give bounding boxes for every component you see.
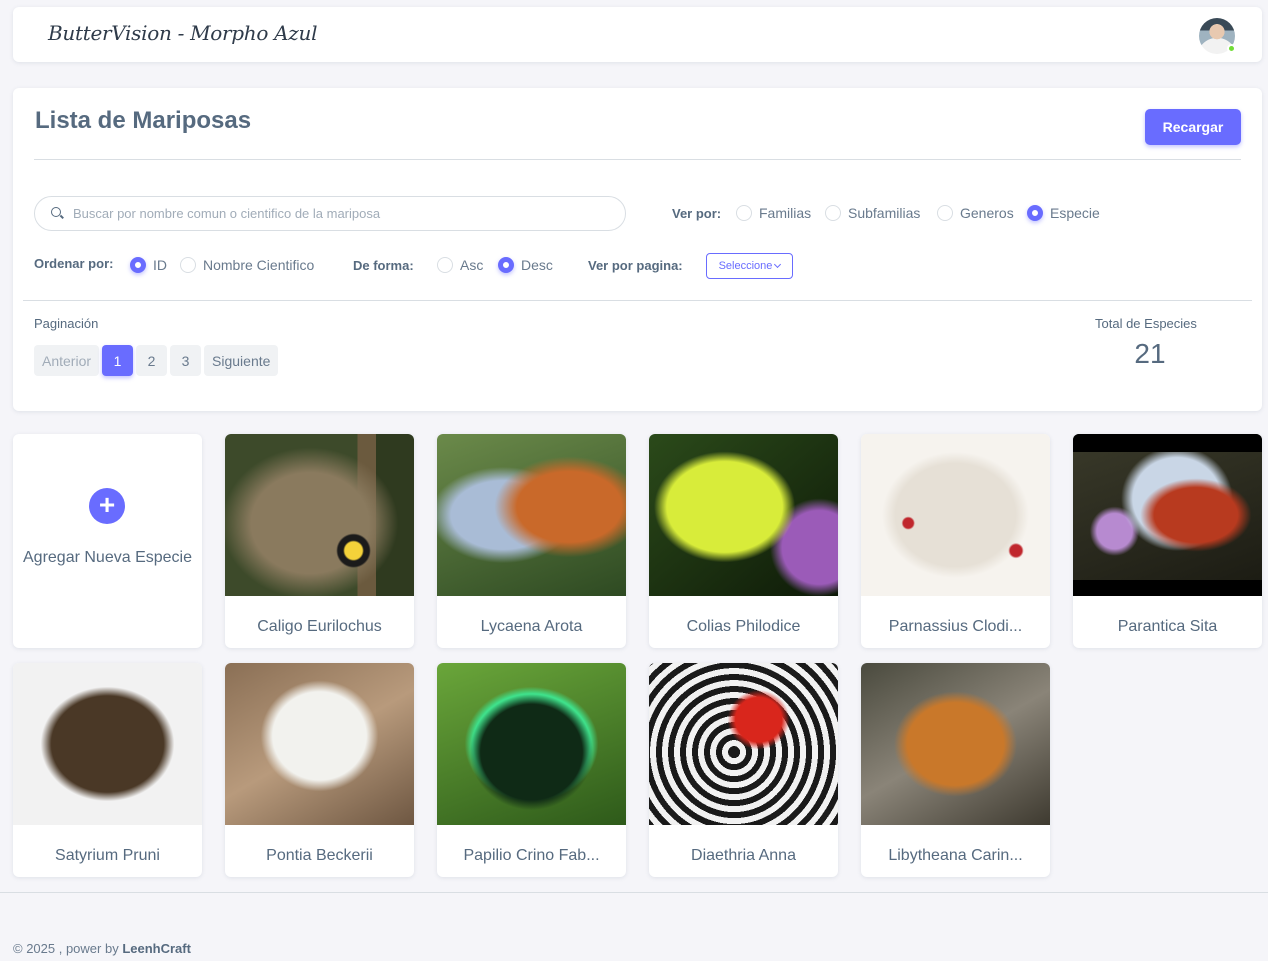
species-card[interactable]: Parnassius Clodi... (861, 434, 1050, 648)
footer: © 2025 , power by LeenhCraft (13, 941, 191, 956)
order-by-label: Ordenar por: (34, 256, 114, 271)
footer-author-link[interactable]: LeenhCraft (122, 941, 191, 956)
radio-circle[interactable] (1027, 205, 1043, 221)
radio-order-id[interactable]: ID (130, 257, 167, 273)
butterfly-image (437, 434, 626, 596)
divider (23, 300, 1252, 301)
brand-title[interactable]: ButterVision - Morpho Azul (48, 21, 318, 45)
pagination-page-3[interactable]: 3 (170, 345, 202, 376)
radio-label: Familias (759, 205, 812, 221)
butterfly-image (861, 434, 1050, 596)
divider (34, 159, 1241, 160)
pagination: Anterior 1 2 3 Siguiente (34, 345, 279, 376)
radio-circle[interactable] (937, 205, 953, 221)
butterfly-image (225, 434, 414, 596)
search-box (34, 196, 626, 231)
radio-circle[interactable] (825, 205, 841, 221)
radio-order-scientific-name[interactable]: Nombre Cientifico (180, 257, 314, 273)
plus-icon[interactable]: + (89, 488, 125, 524)
radio-label: Especie (1050, 205, 1100, 221)
species-name: Colias Philodice (686, 618, 801, 635)
radio-circle[interactable] (130, 257, 146, 273)
species-name: Parnassius Clodi... (888, 618, 1023, 635)
user-avatar[interactable] (1199, 18, 1236, 54)
online-status-indicator (1227, 44, 1236, 53)
species-name: Lycaena Arota (480, 618, 583, 635)
top-navbar: ButterVision - Morpho Azul (13, 7, 1262, 62)
radio-view-subfamilias[interactable]: Subfamilias (825, 205, 920, 221)
pagination-page-2[interactable]: 2 (136, 345, 168, 376)
butterfly-image (1073, 434, 1262, 596)
per-page-label: Ver por pagina: (588, 258, 683, 273)
radio-label: Subfamilias (848, 205, 921, 221)
species-name: Diaethria Anna (691, 847, 796, 864)
radio-view-generos[interactable]: Generos (937, 205, 1014, 221)
direction-label: De forma: (353, 258, 414, 273)
radio-circle[interactable] (437, 257, 453, 273)
species-card[interactable]: Colias Philodice (649, 434, 838, 648)
butterfly-image (225, 663, 414, 825)
search-input[interactable] (73, 197, 613, 230)
species-card[interactable]: Libytheana Carin... (861, 663, 1050, 877)
radio-label: ID (153, 257, 167, 273)
species-name: Caligo Eurilochus (257, 618, 382, 635)
radio-view-especie[interactable]: Especie (1027, 205, 1100, 221)
radio-label: Desc (521, 257, 553, 273)
radio-label: Nombre Cientifico (203, 257, 315, 273)
species-name: Pontia Beckerii (266, 847, 373, 864)
page-title: Lista de Mariposas (35, 107, 252, 134)
species-name: Libytheana Carin... (888, 847, 1023, 864)
radio-direction-asc[interactable]: Asc (437, 257, 483, 273)
pagination-next-button[interactable]: Siguiente (204, 345, 279, 376)
add-species-label: Agregar Nueva Especie (23, 549, 192, 566)
butterfly-image (13, 663, 202, 825)
species-card[interactable]: Satyrium Pruni (13, 663, 202, 877)
butterfly-image (861, 663, 1050, 825)
chevron-down-icon (774, 260, 782, 269)
search-icon (51, 207, 61, 217)
butterfly-image (649, 434, 838, 596)
pagination-prev-button[interactable]: Anterior (34, 345, 100, 376)
radio-label: Asc (460, 257, 484, 273)
species-name: Satyrium Pruni (55, 847, 160, 864)
radio-circle[interactable] (180, 257, 196, 273)
footer-divider (0, 892, 1268, 893)
species-name: Papilio Crino Fab... (463, 847, 600, 864)
species-card[interactable]: Caligo Eurilochus (225, 434, 414, 648)
butterfly-image (649, 663, 838, 825)
radio-view-familias[interactable]: Familias (736, 205, 811, 221)
radio-direction-desc[interactable]: Desc (498, 257, 553, 273)
species-name: Parantica Sita (1117, 618, 1218, 635)
add-species-card[interactable]: + Agregar Nueva Especie (13, 434, 202, 648)
radio-circle[interactable] (736, 205, 752, 221)
radio-circle[interactable] (498, 257, 514, 273)
butterfly-image (437, 663, 626, 825)
reload-button[interactable]: Recargar (1145, 109, 1241, 145)
view-by-label: Ver por: (672, 206, 722, 221)
species-card[interactable]: Lycaena Arota (437, 434, 626, 648)
select-value: Seleccione (718, 260, 773, 272)
pagination-page-1[interactable]: 1 (102, 345, 134, 376)
species-card[interactable]: Pontia Beckerii (225, 663, 414, 877)
per-page-select[interactable]: Seleccione (706, 253, 793, 279)
radio-label: Generos (960, 205, 1014, 221)
total-species-value: 21 (1134, 338, 1166, 369)
species-card[interactable]: Papilio Crino Fab... (437, 663, 626, 877)
butterfly-list-card: Lista de Mariposas Recargar Ver por: Fam… (13, 88, 1262, 411)
footer-copyright: © 2025 , power by (13, 941, 119, 956)
species-card[interactable]: Diaethria Anna (649, 663, 838, 877)
total-species-label: Total de Especies (1095, 316, 1197, 331)
pagination-label: Paginación (34, 316, 99, 331)
species-card[interactable]: Parantica Sita (1073, 434, 1262, 648)
